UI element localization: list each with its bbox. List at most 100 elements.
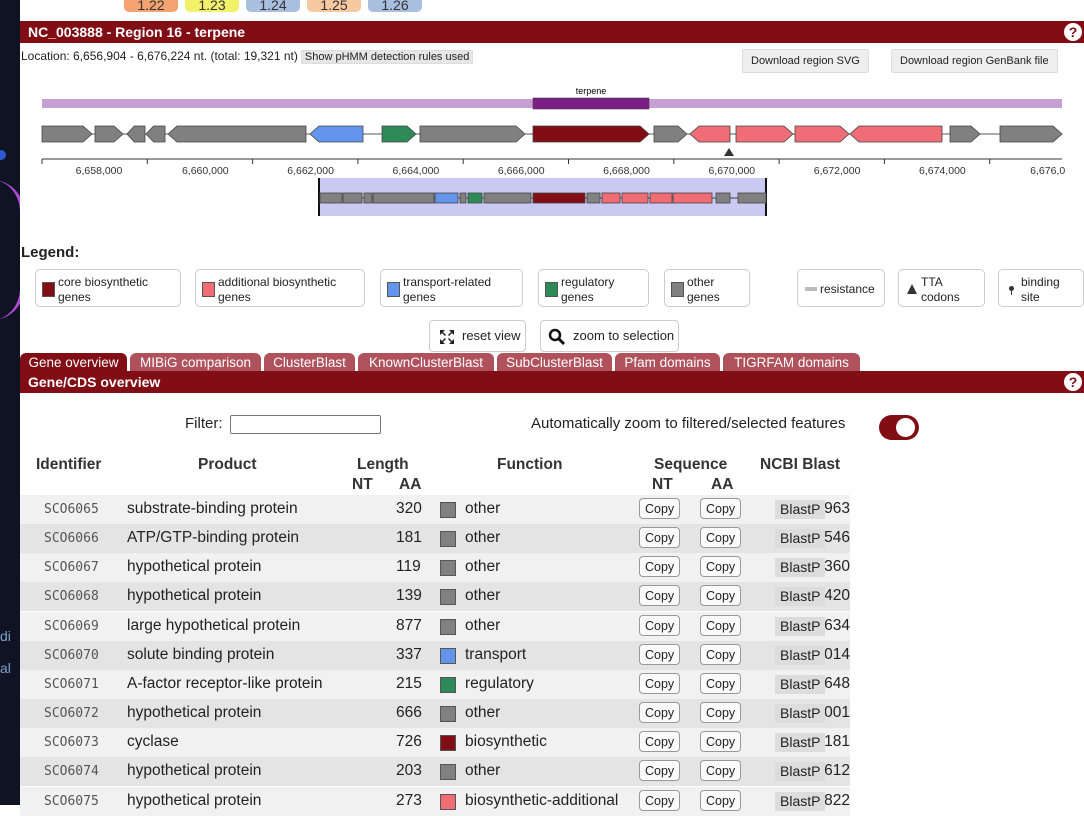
gene-arrow[interactable] — [735, 125, 794, 143]
copy-nt-button[interactable]: Copy — [639, 643, 681, 665]
tab-tigrfam-domains[interactable]: TIGRFAM domains — [723, 353, 860, 371]
gene-arrow[interactable] — [532, 125, 650, 143]
gene-arrow[interactable] — [167, 125, 307, 143]
blastp-button[interactable]: BlastP — [775, 733, 826, 753]
region-button[interactable]: 1.24 — [246, 0, 300, 13]
zoomed-gene[interactable] — [434, 192, 459, 204]
auto-zoom-toggle[interactable] — [879, 415, 919, 440]
region-button[interactable]: 1.25 — [307, 0, 361, 13]
zoomed-gene[interactable] — [483, 192, 532, 204]
blastp-button[interactable]: BlastP — [775, 791, 826, 811]
copy-aa-button[interactable]: Copy — [700, 643, 742, 665]
gene-arrow[interactable] — [126, 125, 146, 143]
copy-nt-button[interactable]: Copy — [639, 672, 681, 694]
zoom-to-selection-button[interactable]: zoom to selection — [540, 320, 679, 352]
copy-nt-button[interactable]: Copy — [639, 527, 681, 549]
blastp-button[interactable]: BlastP — [775, 674, 826, 694]
blastp-button[interactable]: BlastP — [775, 558, 826, 578]
tab-pfam-domains[interactable]: Pfam domains — [615, 353, 720, 371]
show-rules-button[interactable]: Show pHMM detection rules used — [300, 50, 474, 64]
legend-other[interactable]: other genes — [664, 269, 750, 307]
table-row[interactable]: SCO6067 hypothetical protein 360 119 other Co… — [20, 553, 850, 583]
table-row[interactable]: SCO6070 solute binding protein 1014 337 tran… — [20, 640, 850, 670]
zoomed-gene[interactable] — [319, 192, 343, 204]
zoomed-gene[interactable] — [715, 192, 731, 204]
copy-nt-button[interactable]: Copy — [639, 614, 681, 636]
legend-core-biosynthetic[interactable]: core biosynthetic genes — [35, 269, 181, 307]
blastp-button[interactable]: BlastP — [775, 587, 826, 607]
filter-input[interactable] — [230, 415, 381, 434]
copy-aa-button[interactable]: Copy — [700, 702, 742, 724]
reset-view-button[interactable]: reset view — [429, 320, 526, 352]
help-icon[interactable]: ? — [1064, 373, 1082, 391]
gene-arrow[interactable] — [849, 125, 943, 143]
help-icon[interactable]: ? — [1064, 23, 1082, 41]
copy-aa-button[interactable]: Copy — [700, 614, 742, 636]
zoomed-gene[interactable] — [363, 192, 373, 204]
copy-nt-button[interactable]: Copy — [639, 789, 681, 811]
table-row[interactable]: SCO6074 hypothetical protein 612 203 other Co… — [20, 757, 850, 787]
zoomed-gene[interactable] — [459, 192, 467, 204]
gene-arrow[interactable] — [653, 125, 688, 143]
download-genbank-button[interactable]: Download region GenBank file — [891, 49, 1058, 73]
table-row[interactable]: SCO6075 hypothetical protein 822 273 biosynt… — [20, 786, 850, 816]
copy-aa-button[interactable]: Copy — [700, 731, 742, 753]
copy-nt-button[interactable]: Copy — [639, 731, 681, 753]
zoomed-gene[interactable] — [621, 192, 649, 204]
blastp-button[interactable]: BlastP — [775, 529, 826, 549]
gene-arrow[interactable] — [949, 125, 981, 143]
blastp-button[interactable]: BlastP — [775, 616, 826, 636]
gene-arrow[interactable] — [689, 125, 731, 143]
legend-transport[interactable]: transport-related genes — [380, 269, 523, 307]
blastp-button[interactable]: BlastP — [775, 500, 826, 519]
copy-nt-button[interactable]: Copy — [639, 702, 681, 724]
legend-additional-biosynthetic[interactable]: additional biosynthetic genes — [195, 269, 365, 307]
legend-resistance[interactable]: resistance — [797, 269, 885, 307]
tab-clusterblast[interactable]: ClusterBlast — [264, 353, 355, 371]
table-row[interactable]: SCO6068 hypothetical protein 420 139 other Co… — [20, 582, 850, 612]
legend-tta-codons[interactable]: TTA codons — [898, 269, 985, 307]
table-row[interactable]: SCO6069 large hypothetical protein 2634 877… — [20, 611, 850, 641]
zoomed-gene[interactable] — [586, 192, 601, 204]
zoomed-gene[interactable] — [672, 192, 713, 204]
copy-aa-button[interactable]: Copy — [700, 789, 742, 811]
region-button[interactable]: 1.26 — [368, 0, 422, 13]
table-row[interactable]: SCO6073 cyclase 2181 726 biosynthetic Copy Cop… — [20, 728, 850, 758]
table-row[interactable]: SCO6072 hypothetical protein 2001 666 other C… — [20, 699, 850, 729]
gene-arrow[interactable] — [794, 125, 850, 143]
gene-arrow[interactable] — [381, 125, 417, 143]
blastp-button[interactable]: BlastP — [775, 762, 826, 782]
zoomed-gene[interactable] — [467, 192, 483, 204]
copy-aa-button[interactable]: Copy — [700, 527, 742, 549]
tab-mibig-comparison[interactable]: MIBiG comparison — [130, 353, 261, 371]
copy-aa-button[interactable]: Copy — [700, 556, 742, 578]
gene-arrow[interactable] — [41, 125, 93, 143]
copy-nt-button[interactable]: Copy — [639, 585, 681, 607]
gene-arrow[interactable] — [309, 125, 364, 143]
gene-arrow[interactable] — [419, 125, 526, 143]
table-row[interactable]: SCO6071 A-factor receptor-like protein 648… — [20, 669, 850, 699]
gene-arrow[interactable] — [999, 125, 1063, 143]
tab-gene-overview[interactable]: Gene overview — [20, 353, 127, 371]
tab-knownclusterblast[interactable]: KnownClusterBlast — [358, 353, 494, 371]
col-identifier[interactable]: Identifier — [36, 456, 101, 474]
col-product[interactable]: Product — [198, 456, 257, 474]
copy-nt-button[interactable]: Copy — [639, 760, 681, 782]
zoomed-gene[interactable] — [601, 192, 621, 204]
zoomed-gene[interactable] — [737, 192, 767, 204]
copy-nt-button[interactable]: Copy — [639, 556, 681, 578]
copy-aa-button[interactable]: Copy — [700, 498, 742, 519]
copy-aa-button[interactable]: Copy — [700, 672, 742, 694]
blastp-button[interactable]: BlastP — [775, 645, 826, 665]
legend-binding-site[interactable]: binding site — [998, 269, 1084, 307]
zoomed-gene[interactable] — [532, 192, 586, 204]
col-length[interactable]: Length — [357, 456, 409, 474]
copy-aa-button[interactable]: Copy — [700, 760, 742, 782]
gene-arrow[interactable] — [94, 125, 124, 143]
download-svg-button[interactable]: Download region SVG — [742, 49, 869, 73]
table-row[interactable]: SCO6066 ATP/GTP-binding protein 546 181 othe… — [20, 524, 850, 554]
copy-nt-button[interactable]: Copy — [639, 498, 681, 519]
legend-regulatory[interactable]: regulatory genes — [538, 269, 649, 307]
zoomed-gene[interactable] — [372, 192, 435, 204]
col-function[interactable]: Function — [497, 456, 562, 474]
